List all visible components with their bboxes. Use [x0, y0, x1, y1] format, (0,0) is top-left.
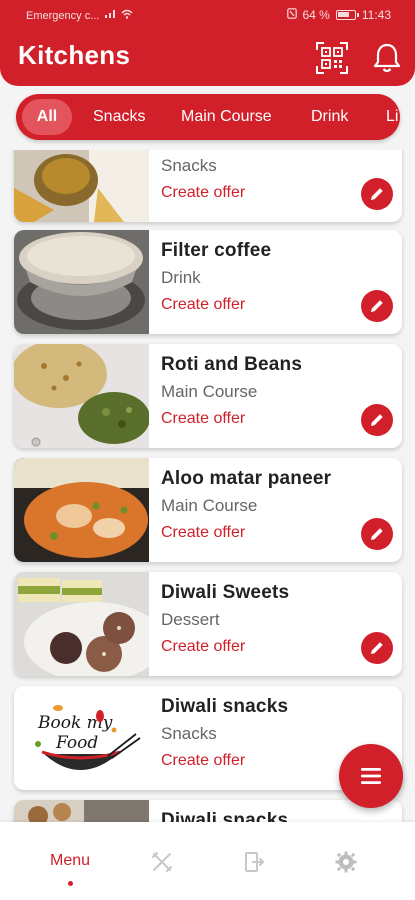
- category-tabs: All Snacks Main Course Drink Li: [16, 94, 400, 140]
- battery-percent: 64 %: [302, 8, 330, 22]
- nav-menu-label: Menu: [49, 852, 91, 869]
- nav-orders[interactable]: [214, 822, 294, 900]
- bell-icon[interactable]: [370, 41, 404, 75]
- edit-button[interactable]: [361, 518, 393, 550]
- wifi-icon: [121, 9, 133, 22]
- food-image: [14, 230, 149, 334]
- app-screen: Emergency c... 64 % 11:43 Kitchens All S…: [0, 0, 415, 900]
- pencil-icon: [371, 188, 383, 200]
- create-offer-link[interactable]: Create offer: [161, 638, 245, 656]
- kitchen-item-list: Snacks Create offer Filter coffee Drink: [0, 150, 415, 822]
- food-image: [14, 572, 149, 676]
- list-item[interactable]: Diwali snacks: [14, 800, 402, 822]
- item-name: Diwali Sweets: [161, 582, 290, 603]
- tab-all[interactable]: All: [22, 99, 72, 135]
- tab-drink[interactable]: Drink: [311, 94, 348, 140]
- signal-icon: [104, 9, 116, 22]
- book-my-food-logo: Book my Food: [14, 686, 149, 790]
- food-image: [14, 458, 149, 562]
- create-offer-link[interactable]: Create offer: [161, 752, 245, 770]
- food-image: [14, 800, 149, 822]
- edit-button[interactable]: [361, 290, 393, 322]
- create-offer-link[interactable]: Create offer: [161, 524, 245, 542]
- nav-settings[interactable]: [306, 822, 386, 900]
- item-name: Diwali snacks: [161, 696, 289, 717]
- list-item[interactable]: Roti and Beans Main Course Create offer: [14, 344, 402, 448]
- food-image: [14, 344, 149, 448]
- create-offer-link[interactable]: Create offer: [161, 296, 245, 314]
- app-header: Emergency c... 64 % 11:43 Kitchens: [0, 0, 415, 86]
- battery-icon: [335, 10, 359, 20]
- nav-kitchen[interactable]: [122, 822, 202, 900]
- nfc-icon: [286, 8, 297, 22]
- item-name: Diwali snacks: [161, 810, 289, 822]
- pencil-icon: [371, 528, 383, 540]
- clock: 11:43: [361, 8, 391, 22]
- pencil-icon: [371, 300, 383, 312]
- item-category: Snacks: [161, 156, 217, 175]
- create-offer-link[interactable]: Create offer: [161, 410, 245, 428]
- pencil-icon: [371, 414, 383, 426]
- status-bar: Emergency c... 64 % 11:43: [0, 0, 415, 30]
- tab-snacks[interactable]: Snacks: [93, 94, 145, 140]
- item-name: Filter coffee: [161, 240, 272, 261]
- item-name: Roti and Beans: [161, 354, 303, 375]
- nav-menu[interactable]: Menu: [30, 822, 110, 900]
- page-title: Kitchens: [18, 40, 131, 70]
- exit-icon: [245, 852, 265, 872]
- item-category: Main Course: [161, 496, 258, 515]
- item-category: Main Course: [161, 382, 258, 401]
- food-image: [14, 150, 149, 222]
- item-category: Snacks: [161, 724, 217, 743]
- edit-button[interactable]: [361, 404, 393, 436]
- edit-button[interactable]: [361, 178, 393, 210]
- menu-fab-button[interactable]: [339, 744, 403, 808]
- tab-main-course[interactable]: Main Course: [181, 94, 272, 140]
- carrier-text: Emergency c...: [26, 9, 100, 22]
- list-item[interactable]: Diwali Sweets Dessert Create offer: [14, 572, 402, 676]
- item-name: Aloo matar paneer: [161, 468, 332, 489]
- bottom-navigation: Menu: [0, 822, 415, 900]
- tab-more[interactable]: Li: [386, 94, 398, 140]
- item-category: Dessert: [161, 610, 220, 629]
- utensils-icon: [152, 852, 172, 872]
- list-item[interactable]: Filter coffee Drink Create offer: [14, 230, 402, 334]
- list-item[interactable]: Aloo matar paneer Main Course Create off…: [14, 458, 402, 562]
- list-item[interactable]: Snacks Create offer: [14, 150, 402, 222]
- menu-icon: [361, 768, 381, 784]
- item-category: Drink: [161, 268, 201, 287]
- qr-code-icon[interactable]: [316, 42, 348, 74]
- create-offer-link[interactable]: Create offer: [161, 184, 245, 202]
- edit-button[interactable]: [361, 632, 393, 664]
- active-indicator: [68, 881, 73, 886]
- pencil-icon: [371, 642, 383, 654]
- svg-text:Food: Food: [55, 733, 98, 753]
- gear-icon: [335, 851, 357, 873]
